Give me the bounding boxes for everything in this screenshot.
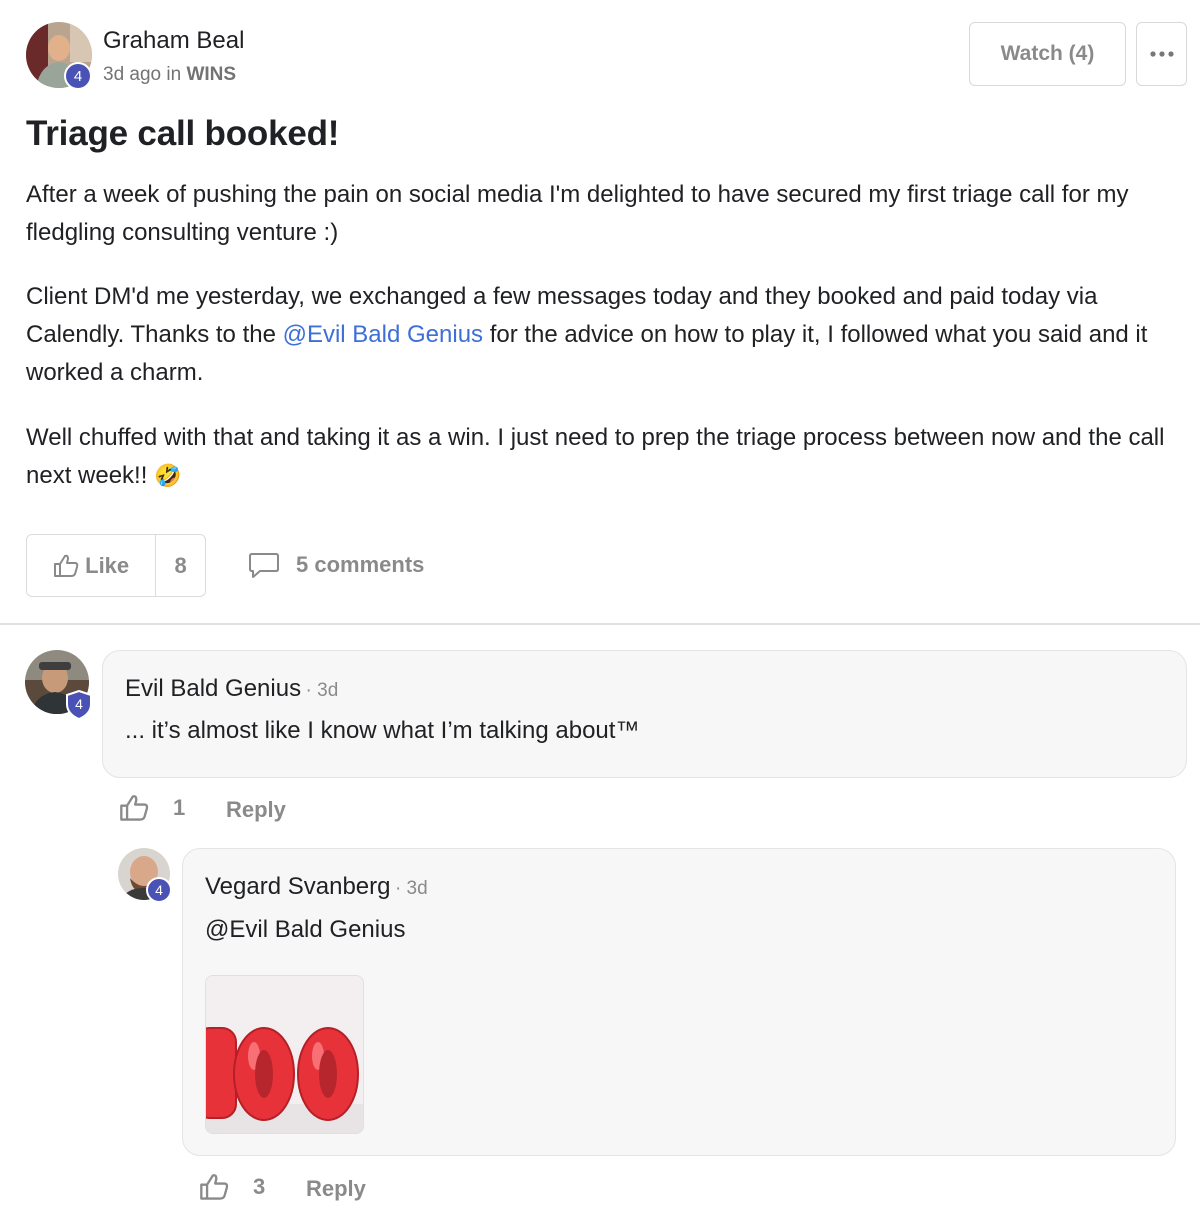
comment-like-count: 1 [173,795,186,820]
commenter-avatar[interactable]: 4 [25,650,92,720]
watch-button[interactable]: Watch (4) [969,22,1126,86]
comment-like-button[interactable]: 1 [119,794,185,822]
rofl-emoji-icon: 🤣 [154,463,182,488]
reply-button[interactable]: Reply [306,1176,366,1202]
section-divider [0,623,1200,625]
comments-count-button[interactable]: 5 comments [248,551,424,579]
like-group: Like 8 [26,534,206,597]
post-paragraph-1: After a week of pushing the pain on soci… [26,181,1129,246]
post-meta: 3d ago in WINS [103,64,236,86]
paragraph-text: Well chuffed with that and taking it as … [26,424,1165,489]
like-label: Like [85,552,130,578]
comment-time: · 3d [394,878,428,899]
commenter-avatar[interactable]: 4 [118,848,172,903]
post-category[interactable]: WINS [186,64,236,85]
comment-bubble-icon [249,553,279,578]
more-dots-icon [1149,51,1174,57]
more-options-button[interactable] [1136,22,1187,86]
like-button[interactable]: Like [27,535,157,596]
post-paragraph-2: Client DM'd me yesterday, we exchanged a… [26,278,1196,392]
comment-time: · 3d [305,680,339,701]
comment-like-count: 3 [253,1174,266,1199]
like-count-value: 8 [174,552,187,578]
post-paragraph-3: Well chuffed with that and taking it as … [26,419,1196,495]
comment-bubble: Evil Bald Genius · 3d ... it’s almost li… [102,650,1187,778]
comment-author[interactable]: Evil Bald Genius [125,675,301,702]
level-badge: 4 [146,877,172,903]
level-badge: 4 [65,690,93,720]
post-title: Triage call booked! [26,114,340,153]
comment-image[interactable] [205,975,364,1134]
like-count[interactable]: 8 [156,535,205,596]
level-badge: 4 [64,62,92,90]
mention-link[interactable]: @Evil Bald Genius [283,321,483,348]
reply-button[interactable]: Reply [226,797,286,823]
comments-label: 5 comments [296,552,425,577]
comment-text: ... it’s almost like I know what I’m tal… [125,717,640,744]
thumbs-up-icon [200,1174,229,1200]
comment-bubble: Vegard Svanberg · 3d @Evil Bald Genius [182,848,1176,1156]
watch-label: Watch (4) [1000,42,1095,65]
post-time: 3d ago in [103,64,182,85]
mention-link[interactable]: @Evil Bald Genius [205,916,405,944]
author-name[interactable]: Graham Beal [103,27,244,55]
comment-author[interactable]: Vegard Svanberg [205,873,390,900]
thumbs-up-icon [120,795,149,821]
author-avatar[interactable]: 4 [26,22,92,90]
comment-like-button[interactable]: 3 [199,1173,265,1201]
thumbs-up-icon [54,554,79,577]
